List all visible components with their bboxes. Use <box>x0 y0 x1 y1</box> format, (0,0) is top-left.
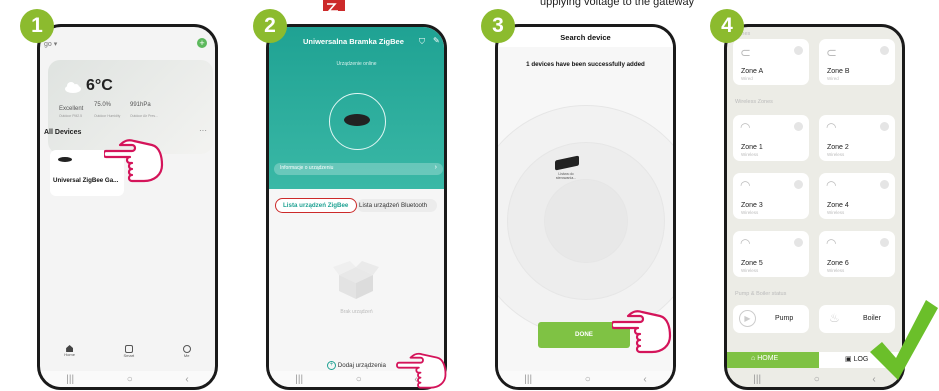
wired-zone-icon: ⊂ <box>826 45 837 60</box>
humidity-label: Outdoor Humidity <box>94 114 121 118</box>
tab-zigbee-list[interactable]: Lista urządzeń ZigBee <box>275 198 357 213</box>
scan-ring <box>544 179 628 263</box>
system-nav-bar: ||| ○ ‹ <box>498 371 673 387</box>
cloud-icon <box>64 80 82 98</box>
zone-tile[interactable]: ⊂ Zone B Wired <box>819 39 895 85</box>
home-circle-icon[interactable]: ○ <box>585 374 591 385</box>
play-icon: ▶ <box>739 310 756 327</box>
hand-pointer-icon <box>104 139 164 183</box>
gateway-icon <box>58 157 72 162</box>
shield-icon[interactable]: ⛉ <box>419 37 425 47</box>
zone-tile[interactable]: ◠ Zone 6 Wireless <box>819 231 895 277</box>
tab-smart[interactable]: Smart <box>123 345 134 358</box>
system-nav-bar: ||| ○ ‹ <box>40 371 215 387</box>
power-strip-image <box>555 155 579 171</box>
flame-icon: ♨ <box>829 311 840 325</box>
wifi-icon: ◠ <box>826 120 837 134</box>
recents-icon[interactable]: ||| <box>753 374 761 385</box>
screen-title: Search device <box>560 33 611 42</box>
power-icon[interactable] <box>794 46 803 55</box>
home-circle-icon[interactable]: ○ <box>356 374 362 385</box>
zone-tile[interactable]: ◠ Zone 3 Wireless <box>733 173 809 219</box>
step-badge-3: 3 <box>481 9 515 43</box>
device-info-bar[interactable]: Informacje o urządzeniu › <box>274 163 443 175</box>
power-icon[interactable] <box>794 238 803 247</box>
found-device: Listwa do sterowania... <box>553 155 583 180</box>
zone-tile[interactable]: ◠ Zone 4 Wireless <box>819 173 895 219</box>
add-icon[interactable]: + <box>197 38 207 48</box>
back-icon[interactable]: ‹ <box>185 374 188 385</box>
wifi-icon: ◠ <box>740 236 751 250</box>
chevron-right-icon: › <box>434 164 437 171</box>
success-message: 1 devices have been successfully added <box>526 61 645 68</box>
home-circle-icon[interactable]: ○ <box>127 374 133 385</box>
pump-boiler-header: Pump & Boiler status <box>735 291 787 297</box>
step-badge-2: 2 <box>253 9 287 43</box>
wired-zone-icon: ⊂ <box>740 45 751 60</box>
edit-icon[interactable]: ✎ <box>433 36 440 45</box>
device-title: Uniwersalna Bramka ZigBee <box>303 37 404 46</box>
tab-home[interactable]: Home <box>64 345 75 358</box>
humidity-value: 75.0% <box>94 102 112 108</box>
power-icon[interactable] <box>880 238 889 247</box>
empty-state-text: Brak urządzeń <box>340 309 373 315</box>
pressure-label: Outdoor Air Pres... <box>130 114 158 118</box>
pm-value: Excellent <box>59 106 84 112</box>
power-icon[interactable] <box>880 122 889 131</box>
pump-tile[interactable]: ▶ Pump <box>733 305 809 333</box>
hand-pointer-icon <box>396 352 447 389</box>
power-icon[interactable] <box>880 180 889 189</box>
recents-icon[interactable]: ||| <box>524 374 532 385</box>
online-status: Urządzenie online <box>336 61 377 67</box>
phone-screen-2: Uniwersalna Bramka ZigBee ⛉ ✎ Urządzenie… <box>266 24 447 390</box>
gateway-image <box>344 114 370 126</box>
home-selector[interactable]: go ▾ <box>44 40 57 48</box>
pressure-value: 991hPa <box>130 102 151 108</box>
recents-icon[interactable]: ||| <box>66 374 74 385</box>
log-icon: ▣ <box>845 356 852 363</box>
red-logo-icon <box>323 0 345 11</box>
smart-icon <box>124 345 133 353</box>
wifi-icon: ◠ <box>826 236 837 250</box>
tab-bluetooth-list[interactable]: Lista urządzeń Bluetooth <box>357 199 437 212</box>
zone-tile[interactable]: ⊂ Zone A Wired <box>733 39 809 85</box>
tab-home[interactable]: ⌂ HOME <box>727 352 819 368</box>
tab-me[interactable]: Me <box>182 345 191 358</box>
empty-box-icon <box>331 257 381 306</box>
power-icon[interactable] <box>794 122 803 131</box>
step-badge-1: 1 <box>20 9 54 43</box>
wireless-zones-header: Wireless Zones <box>735 99 773 105</box>
all-devices-heading: All Devices <box>44 129 82 136</box>
wifi-icon: ◠ <box>740 178 751 192</box>
home-circle-icon[interactable]: ○ <box>814 374 820 385</box>
home-icon <box>66 345 74 352</box>
wifi-icon: ◠ <box>740 120 751 134</box>
gateway-ring <box>329 93 386 150</box>
zone-tile[interactable]: ◠ Zone 5 Wireless <box>733 231 809 277</box>
power-icon[interactable] <box>794 180 803 189</box>
bottom-tab-bar: Home Smart Me <box>40 345 215 358</box>
temperature: 6°C <box>86 77 113 94</box>
zone-tile[interactable]: ◠ Zone 1 Wireless <box>733 115 809 161</box>
recents-icon[interactable]: ||| <box>295 374 303 385</box>
pm-label: Outdoor PM2.5 <box>59 114 82 118</box>
home-icon: ⌂ <box>751 355 756 362</box>
power-icon[interactable] <box>880 46 889 55</box>
more-icon[interactable]: ··· <box>199 126 207 135</box>
hand-pointer-icon <box>612 310 672 354</box>
add-circle-icon: + <box>327 361 337 370</box>
zone-tile[interactable]: ◠ Zone 2 Wireless <box>819 115 895 161</box>
me-icon <box>182 345 191 353</box>
checkmark-icon <box>870 300 938 380</box>
step-badge-4: 4 <box>710 9 744 43</box>
top-caption: upplying voltage to the gateway <box>540 0 695 8</box>
wifi-icon: ◠ <box>826 178 837 192</box>
phone-screen-1: go ▾ + 6°C Excellent Outdoor PM2.5 75.0%… <box>37 24 218 390</box>
back-icon[interactable]: ‹ <box>643 374 646 385</box>
